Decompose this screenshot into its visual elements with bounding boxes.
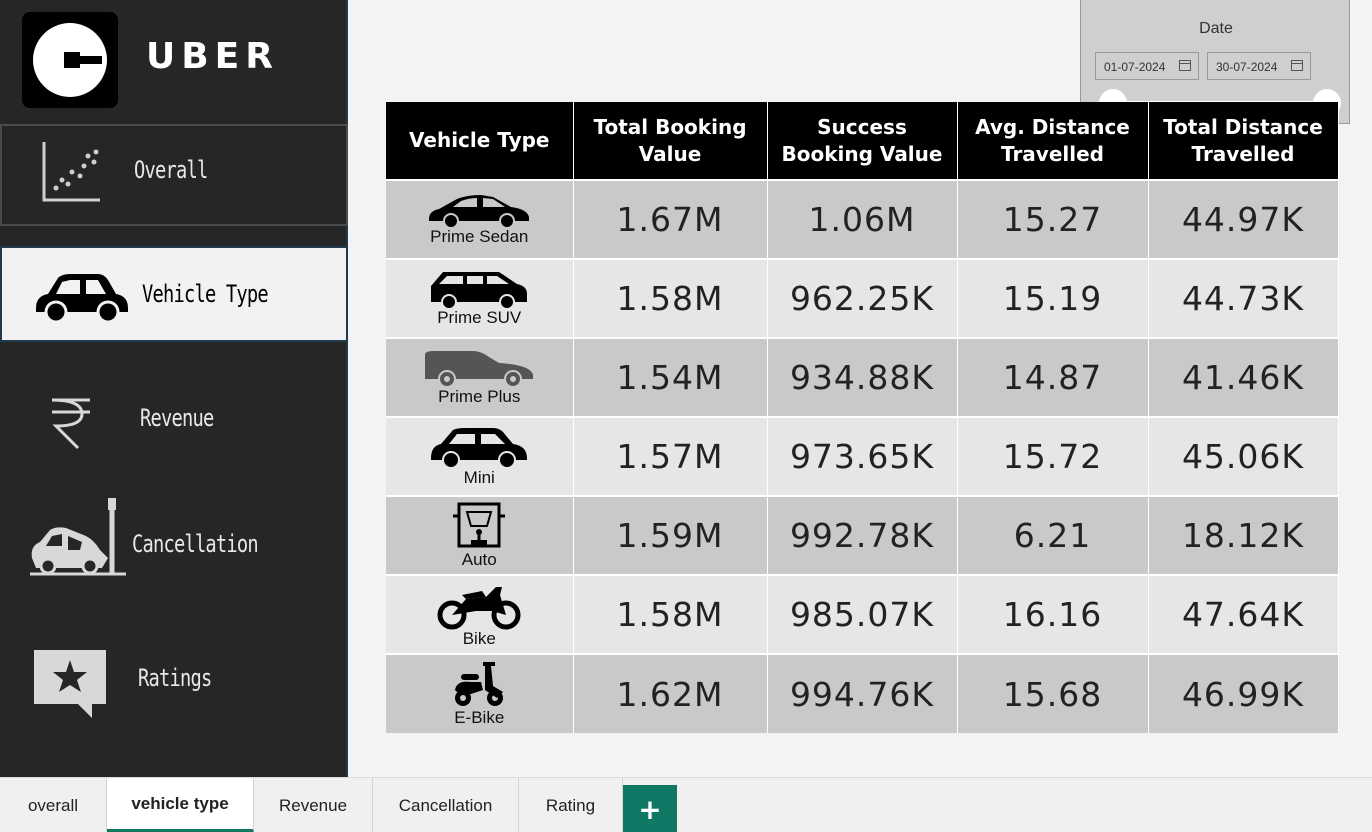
report-page: UBER Overall Vehicle Type Revenue Cancel… xyxy=(0,0,1372,832)
uber-logo-icon xyxy=(33,23,107,97)
nav-label-cancellation: Cancellation xyxy=(132,530,259,558)
car-icon xyxy=(36,274,128,324)
date-start-value: 01-07-2024 xyxy=(1104,60,1166,74)
date-start-input[interactable]: 01-07-2024 xyxy=(1095,52,1199,80)
sidebar: UBER Overall Vehicle Type Revenue Cancel… xyxy=(0,0,348,777)
page-tab-bar: overall vehicle type Revenue Cancellatio… xyxy=(0,777,1372,832)
vehicle-name: Bike xyxy=(462,628,496,648)
success-booking-value-cell: 1.06M xyxy=(767,179,958,259)
vehicle-name: Prime SUV xyxy=(437,307,522,327)
vehicle-type-cell: Mini xyxy=(386,416,574,496)
vehicle-name: Prime Sedan xyxy=(430,226,529,246)
vehicle-type-cell: Auto xyxy=(386,495,574,575)
table-row[interactable]: Prime Sedan 1.67M 1.06M 15.27 44.97K xyxy=(386,179,1339,259)
uber-logo xyxy=(22,12,118,108)
avg-distance-cell: 6.21 xyxy=(957,495,1149,575)
table-row[interactable]: E-Bike 1.62M 994.76K 15.68 46.99K xyxy=(386,653,1339,733)
vehicle-type-cell: Prime Sedan xyxy=(386,179,574,259)
total-booking-value-cell: 1.58M xyxy=(573,258,768,338)
table-row[interactable]: Prime SUV 1.58M 962.25K 15.19 44.73K xyxy=(386,258,1339,338)
vehicle-name: E-Bike xyxy=(454,708,505,727)
column-header-total-booking-value[interactable]: Total Booking Value xyxy=(573,102,768,180)
calendar-icon[interactable] xyxy=(1179,60,1191,71)
hatchback-icon xyxy=(425,350,534,388)
column-header-success-booking-value[interactable]: Success Booking Value xyxy=(767,102,958,180)
date-end-input[interactable]: 30-07-2024 xyxy=(1207,52,1311,80)
auto-rickshaw-icon xyxy=(453,502,506,547)
avg-distance-cell: 15.27 xyxy=(957,179,1149,259)
nav-item-ratings[interactable]: Ratings xyxy=(0,640,348,730)
success-booking-value-cell: 962.25K xyxy=(767,258,958,338)
vehicle-name: Prime Plus xyxy=(438,386,521,406)
column-header-total-distance-travelled[interactable]: Total Distance Travelled xyxy=(1148,102,1339,180)
tab-rating[interactable]: Rating xyxy=(519,778,623,832)
nav-item-cancellation[interactable]: Cancellation xyxy=(0,490,348,590)
total-booking-value-cell: 1.58M xyxy=(573,574,768,654)
avg-distance-cell: 15.19 xyxy=(957,258,1149,338)
tab-revenue[interactable]: Revenue xyxy=(254,778,373,832)
total-distance-cell: 45.06K xyxy=(1148,416,1339,496)
nav-item-overall[interactable]: Overall xyxy=(0,124,348,226)
success-booking-value-cell: 973.65K xyxy=(767,416,958,496)
star-comment-icon xyxy=(34,650,106,718)
success-booking-value-cell: 985.07K xyxy=(767,574,958,654)
total-booking-value-cell: 1.67M xyxy=(573,179,768,259)
total-booking-value-cell: 1.54M xyxy=(573,337,768,417)
table-row[interactable]: Bike 1.58M 985.07K 16.16 47.64K xyxy=(386,574,1339,654)
success-booking-value-cell: 934.88K xyxy=(767,337,958,417)
date-slicer-title: Date xyxy=(1199,20,1233,37)
total-booking-value-cell: 1.62M xyxy=(573,653,768,733)
vehicle-name: Auto xyxy=(461,549,497,569)
date-end-value: 30-07-2024 xyxy=(1216,60,1278,74)
brand-name: UBER xyxy=(146,36,279,77)
table-header-row: Vehicle Type Total Booking Value Success… xyxy=(386,102,1339,180)
nav-item-revenue[interactable]: Revenue xyxy=(0,374,348,464)
vehicle-type-cell: Prime SUV xyxy=(386,258,574,338)
car-crash-icon xyxy=(30,498,126,576)
add-page-button[interactable]: + xyxy=(623,785,677,832)
sedan-icon xyxy=(429,194,530,229)
motorbike-icon xyxy=(437,586,521,629)
total-distance-cell: 41.46K xyxy=(1148,337,1339,417)
nav-label-overall: Overall xyxy=(134,156,208,184)
nav-label-revenue: Revenue xyxy=(140,404,214,432)
avg-distance-cell: 15.68 xyxy=(957,653,1149,733)
vehicle-type-cell: Prime Plus xyxy=(386,337,574,417)
vehicle-name: Mini xyxy=(463,467,495,487)
nav-item-vehicle-type[interactable]: Vehicle Type xyxy=(0,246,348,342)
avg-distance-cell: 14.87 xyxy=(957,337,1149,417)
suv-icon xyxy=(431,271,528,310)
total-distance-cell: 47.64K xyxy=(1148,574,1339,654)
table-row[interactable]: Prime Plus 1.54M 934.88K 14.87 41.46K xyxy=(386,337,1339,417)
total-distance-cell: 18.12K xyxy=(1148,495,1339,575)
table-row[interactable]: Auto 1.59M 992.78K 6.21 18.12K xyxy=(386,495,1339,575)
column-header-vehicle-type[interactable]: Vehicle Type xyxy=(386,102,574,180)
tab-vehicle-type[interactable]: vehicle type xyxy=(107,778,254,832)
total-distance-cell: 44.73K xyxy=(1148,258,1339,338)
total-distance-cell: 46.99K xyxy=(1148,653,1339,733)
success-booking-value-cell: 994.76K xyxy=(767,653,958,733)
avg-distance-cell: 16.16 xyxy=(957,574,1149,654)
vehicle-type-cell: Bike xyxy=(386,574,574,654)
vehicle-type-cell: E-Bike xyxy=(386,653,574,733)
column-header-avg-distance-travelled[interactable]: Avg. Distance Travelled xyxy=(957,102,1149,180)
calendar-icon[interactable] xyxy=(1291,60,1303,71)
success-booking-value-cell: 992.78K xyxy=(767,495,958,575)
tab-cancellation[interactable]: Cancellation xyxy=(373,778,519,832)
vehicle-type-table: Vehicle Type Total Booking Value Success… xyxy=(386,102,1339,733)
rupee-icon xyxy=(51,398,90,450)
tab-overall[interactable]: overall xyxy=(0,778,107,832)
nav-label-vehicle-type: Vehicle Type xyxy=(142,280,269,308)
avg-distance-cell: 15.72 xyxy=(957,416,1149,496)
nav-label-ratings: Ratings xyxy=(138,664,212,692)
mini-car-icon xyxy=(431,427,528,469)
total-booking-value-cell: 1.57M xyxy=(573,416,768,496)
scatter-chart-icon xyxy=(42,142,100,202)
table-row[interactable]: Mini 1.57M 973.65K 15.72 45.06K xyxy=(386,416,1339,496)
scooter-icon xyxy=(455,662,504,706)
total-booking-value-cell: 1.59M xyxy=(573,495,768,575)
total-distance-cell: 44.97K xyxy=(1148,179,1339,259)
